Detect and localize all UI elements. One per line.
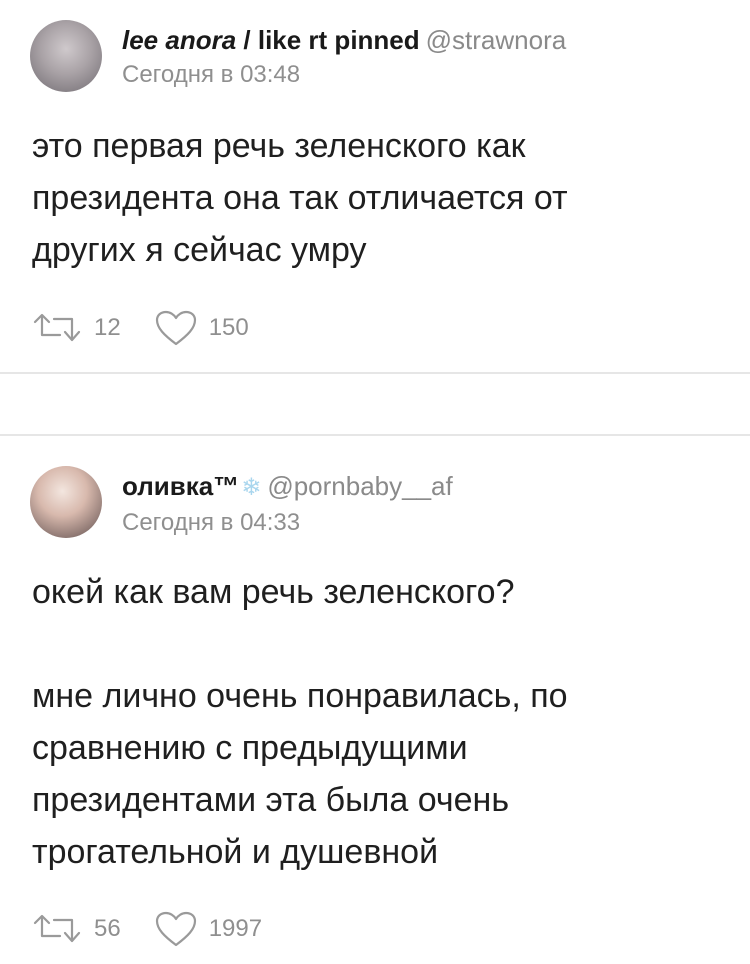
display-name[interactable]: lee anora / like rt pinned — [122, 25, 420, 55]
like-count: 150 — [208, 314, 249, 341]
tweet[interactable]: оливка™❄ @pornbaby__af Сегодня в 04:33 ок… — [0, 436, 750, 964]
tweet-header: оливка™❄ @pornbaby__af Сегодня в 04:33 — [122, 470, 453, 538]
name-line: lee anora / like rt pinned @strawnora — [122, 24, 566, 56]
display-name[interactable]: оливка™ — [122, 471, 239, 501]
user-handle[interactable]: @strawnora — [426, 25, 567, 55]
like-button[interactable]: 150 — [155, 310, 249, 346]
avatar[interactable] — [30, 466, 102, 538]
retweet-button[interactable]: 12 — [32, 313, 121, 343]
timestamp: Сегодня в 03:48 — [122, 61, 301, 88]
name-line: оливка™❄ @pornbaby__af — [122, 470, 453, 504]
tweet-paragraph: это первая речь зеленского как президент… — [32, 127, 568, 269]
tweet-paragraph: окей как вам речь зеленского? — [32, 573, 515, 611]
retweet-count: 12 — [94, 314, 121, 341]
heart-icon — [155, 911, 197, 947]
display-name-italic: lee anora — [122, 25, 237, 55]
tweet-header: lee anora / like rt pinned @strawnora Сег… — [122, 24, 566, 90]
like-count: 1997 — [208, 915, 263, 942]
snowflake-emoji: ❄ — [241, 474, 262, 501]
tweet-actions: 56 1997 — [32, 911, 262, 947]
retweet-button[interactable]: 56 — [32, 914, 121, 944]
display-name-rest: / like rt pinned — [236, 25, 420, 55]
heart-icon — [155, 310, 197, 346]
retweet-icon — [32, 313, 82, 343]
tweet-paragraph: мне лично очень понравилась, по сравнени… — [32, 677, 568, 871]
feed: lee anora / like rt pinned @strawnora Сег… — [0, 0, 750, 964]
tweet-text: это первая речь зеленского как президент… — [32, 120, 712, 276]
divider — [0, 372, 750, 374]
like-button[interactable]: 1997 — [155, 911, 262, 947]
retweet-icon — [32, 914, 82, 944]
timestamp: Сегодня в 04:33 — [122, 509, 301, 536]
user-handle[interactable]: @pornbaby__af — [267, 471, 452, 501]
retweet-count: 56 — [94, 915, 121, 942]
tweet[interactable]: lee anora / like rt pinned @strawnora Сег… — [0, 0, 750, 372]
tweet-actions: 12 150 — [32, 310, 249, 346]
avatar[interactable] — [30, 20, 102, 92]
tweet-text: окей как вам речь зеленского? мне лично … — [32, 566, 712, 878]
